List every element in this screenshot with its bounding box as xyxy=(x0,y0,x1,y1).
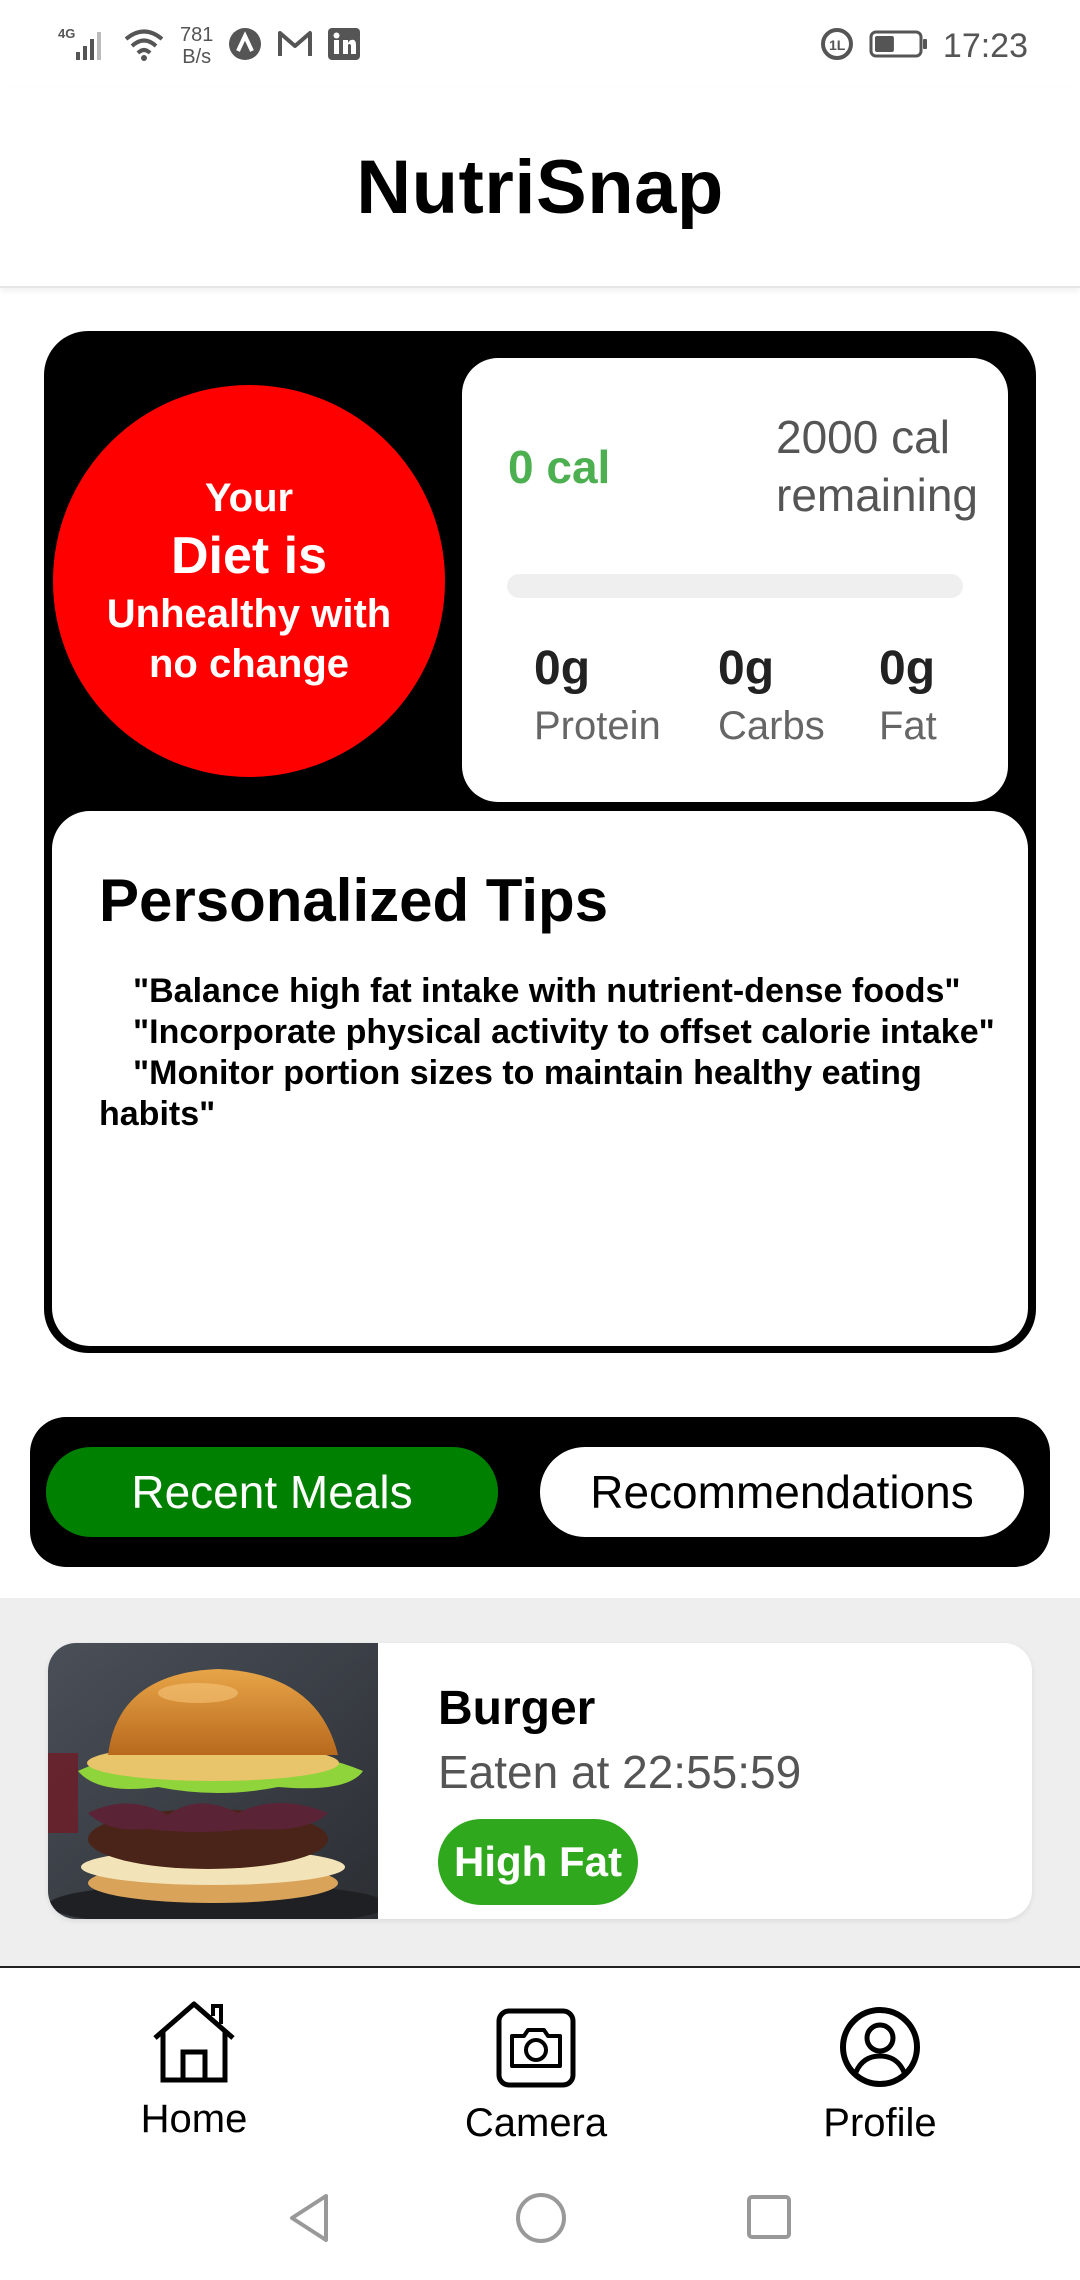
macro-fat-value: 0g xyxy=(879,642,936,695)
home-circle-icon[interactable] xyxy=(514,2188,568,2253)
meal-tabs: Recent Meals Recommendations xyxy=(30,1417,1050,1567)
status-bar: 4G 781 B/s 1L 17:23 xyxy=(0,0,1080,88)
signal-icon: 4G xyxy=(58,24,108,69)
network-speed: 781 B/s xyxy=(180,24,213,68)
status-left: 4G 781 B/s xyxy=(58,18,361,74)
calorie-progress-bar xyxy=(507,574,963,598)
macro-protein: 0g Protein xyxy=(534,640,661,754)
meal-name: Burger xyxy=(438,1682,596,1735)
home-icon xyxy=(149,1998,239,2089)
app-header: NutriSnap xyxy=(0,88,1080,288)
calories-eaten: 0 cal xyxy=(508,441,611,493)
macro-fat-label: Fat xyxy=(879,704,937,748)
tip-item: "Incorporate physical activity to offset… xyxy=(133,1013,995,1051)
macro-carbs-label: Carbs xyxy=(718,704,825,748)
diet-status-line1: Your xyxy=(204,476,294,520)
recents-icon[interactable] xyxy=(744,2188,794,2253)
burger-image xyxy=(48,1643,378,1919)
calories-remaining-label: remaining xyxy=(776,469,978,521)
linkedin-icon xyxy=(327,27,361,66)
nav-camera[interactable]: Camera xyxy=(450,2008,622,2146)
meal-card[interactable]: Burger Eaten at 22:55:59 High Fat xyxy=(48,1643,1032,1919)
tips-title: Personalized Tips xyxy=(99,867,609,934)
svg-text:1L: 1L xyxy=(829,37,846,53)
speed-unit: B/s xyxy=(182,46,212,68)
meal-time: Eaten at 22:55:59 xyxy=(438,1746,802,1798)
wifi-icon xyxy=(122,26,166,67)
nav-profile-label: Profile xyxy=(823,2101,937,2145)
status-right: 1L 17:23 xyxy=(819,18,1028,74)
diet-status-line2: Diet is xyxy=(170,527,328,585)
tip-item: "Balance high fat intake with nutrient-d… xyxy=(133,972,961,1010)
clock: 17:23 xyxy=(942,26,1028,65)
tab-recent-meals[interactable]: Recent Meals xyxy=(46,1447,498,1537)
nav-camera-label: Camera xyxy=(464,2101,608,2145)
calories-remaining-value: 2000 cal xyxy=(776,411,950,463)
nav-profile[interactable]: Profile xyxy=(800,2006,960,2146)
camera-icon xyxy=(496,2008,576,2093)
meal-tag-badge: High Fat xyxy=(438,1819,638,1905)
macro-fat: 0g Fat xyxy=(879,640,937,754)
nav-home[interactable]: Home xyxy=(116,1998,272,2142)
speed-value: 781 xyxy=(180,24,214,46)
personalized-tips-card: Personalized Tips "Balance high fat inta… xyxy=(52,811,1028,1346)
macro-protein-value: 0g xyxy=(534,642,591,695)
bottom-navigation: Home Camera Profile xyxy=(0,1966,1080,2166)
macro-carbs-value: 0g xyxy=(718,642,775,695)
meals-list: Burger Eaten at 22:55:59 High Fat xyxy=(0,1598,1080,1966)
nav-home-label: Home xyxy=(140,2097,248,2141)
diet-status-line3: Unhealthy with no change xyxy=(106,592,392,686)
macro-carbs: 0g Carbs xyxy=(718,640,825,754)
app-title: NutriSnap xyxy=(356,144,724,230)
gmail-icon xyxy=(277,29,313,64)
battery-icon xyxy=(869,29,929,64)
tips-list: "Balance high fat intake with nutrient-d… xyxy=(99,971,999,1135)
tab-recommendations[interactable]: Recommendations xyxy=(540,1447,1024,1537)
profile-icon xyxy=(839,2006,921,2093)
system-navigation-bar xyxy=(0,2166,1080,2280)
svg-text:4G: 4G xyxy=(58,26,75,41)
diet-status-circle: Your Diet is Unhealthy with no change xyxy=(53,385,445,777)
tip-item: "Monitor portion sizes to maintain healt… xyxy=(99,1054,922,1133)
calorie-card: 0 cal 2000 cal remaining 0g Protein 0g C… xyxy=(462,358,1008,802)
data-saver-icon: 1L xyxy=(819,26,855,67)
back-icon[interactable] xyxy=(284,2188,334,2253)
calories-remaining: 2000 cal remaining xyxy=(776,408,1006,524)
macro-protein-label: Protein xyxy=(534,704,661,748)
app-notification-icon xyxy=(227,26,263,67)
